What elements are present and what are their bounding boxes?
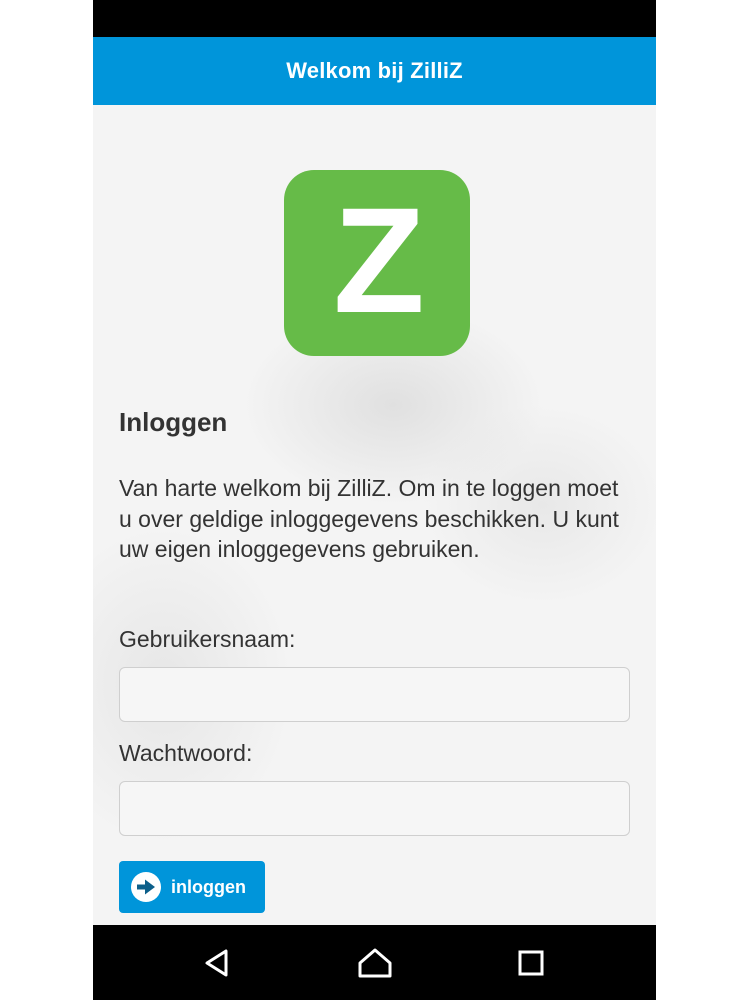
navigation-bar bbox=[93, 925, 656, 1000]
app-title: Welkom bij ZilliZ bbox=[286, 58, 463, 83]
zilliz-logo: Z bbox=[284, 170, 470, 356]
arrow-right-icon bbox=[131, 872, 161, 902]
username-input[interactable] bbox=[119, 667, 630, 722]
login-button-label: inloggen bbox=[171, 876, 246, 897]
app-header: Welkom bij ZilliZ bbox=[93, 37, 656, 105]
login-page: Z Inloggen Van harte welkom bij ZilliZ. … bbox=[93, 105, 656, 925]
password-label: Wachtwoord: bbox=[119, 740, 253, 766]
status-bar bbox=[93, 0, 656, 37]
login-button[interactable]: inloggen bbox=[119, 861, 265, 913]
intro-text: Van harte welkom bij ZilliZ. Om in te lo… bbox=[119, 475, 619, 562]
phone-screen: Welkom bij ZilliZ Z Inloggen Van harte w… bbox=[93, 0, 656, 1000]
back-triangle-icon[interactable] bbox=[195, 941, 239, 985]
svg-text:Z: Z bbox=[333, 176, 425, 344]
page-title: Inloggen bbox=[119, 407, 228, 437]
home-icon[interactable] bbox=[353, 941, 397, 985]
username-label: Gebruikersnaam: bbox=[119, 626, 296, 652]
zilliz-logo-z: Z bbox=[333, 176, 425, 344]
recents-square-icon[interactable] bbox=[509, 941, 553, 985]
password-input[interactable] bbox=[119, 781, 630, 836]
